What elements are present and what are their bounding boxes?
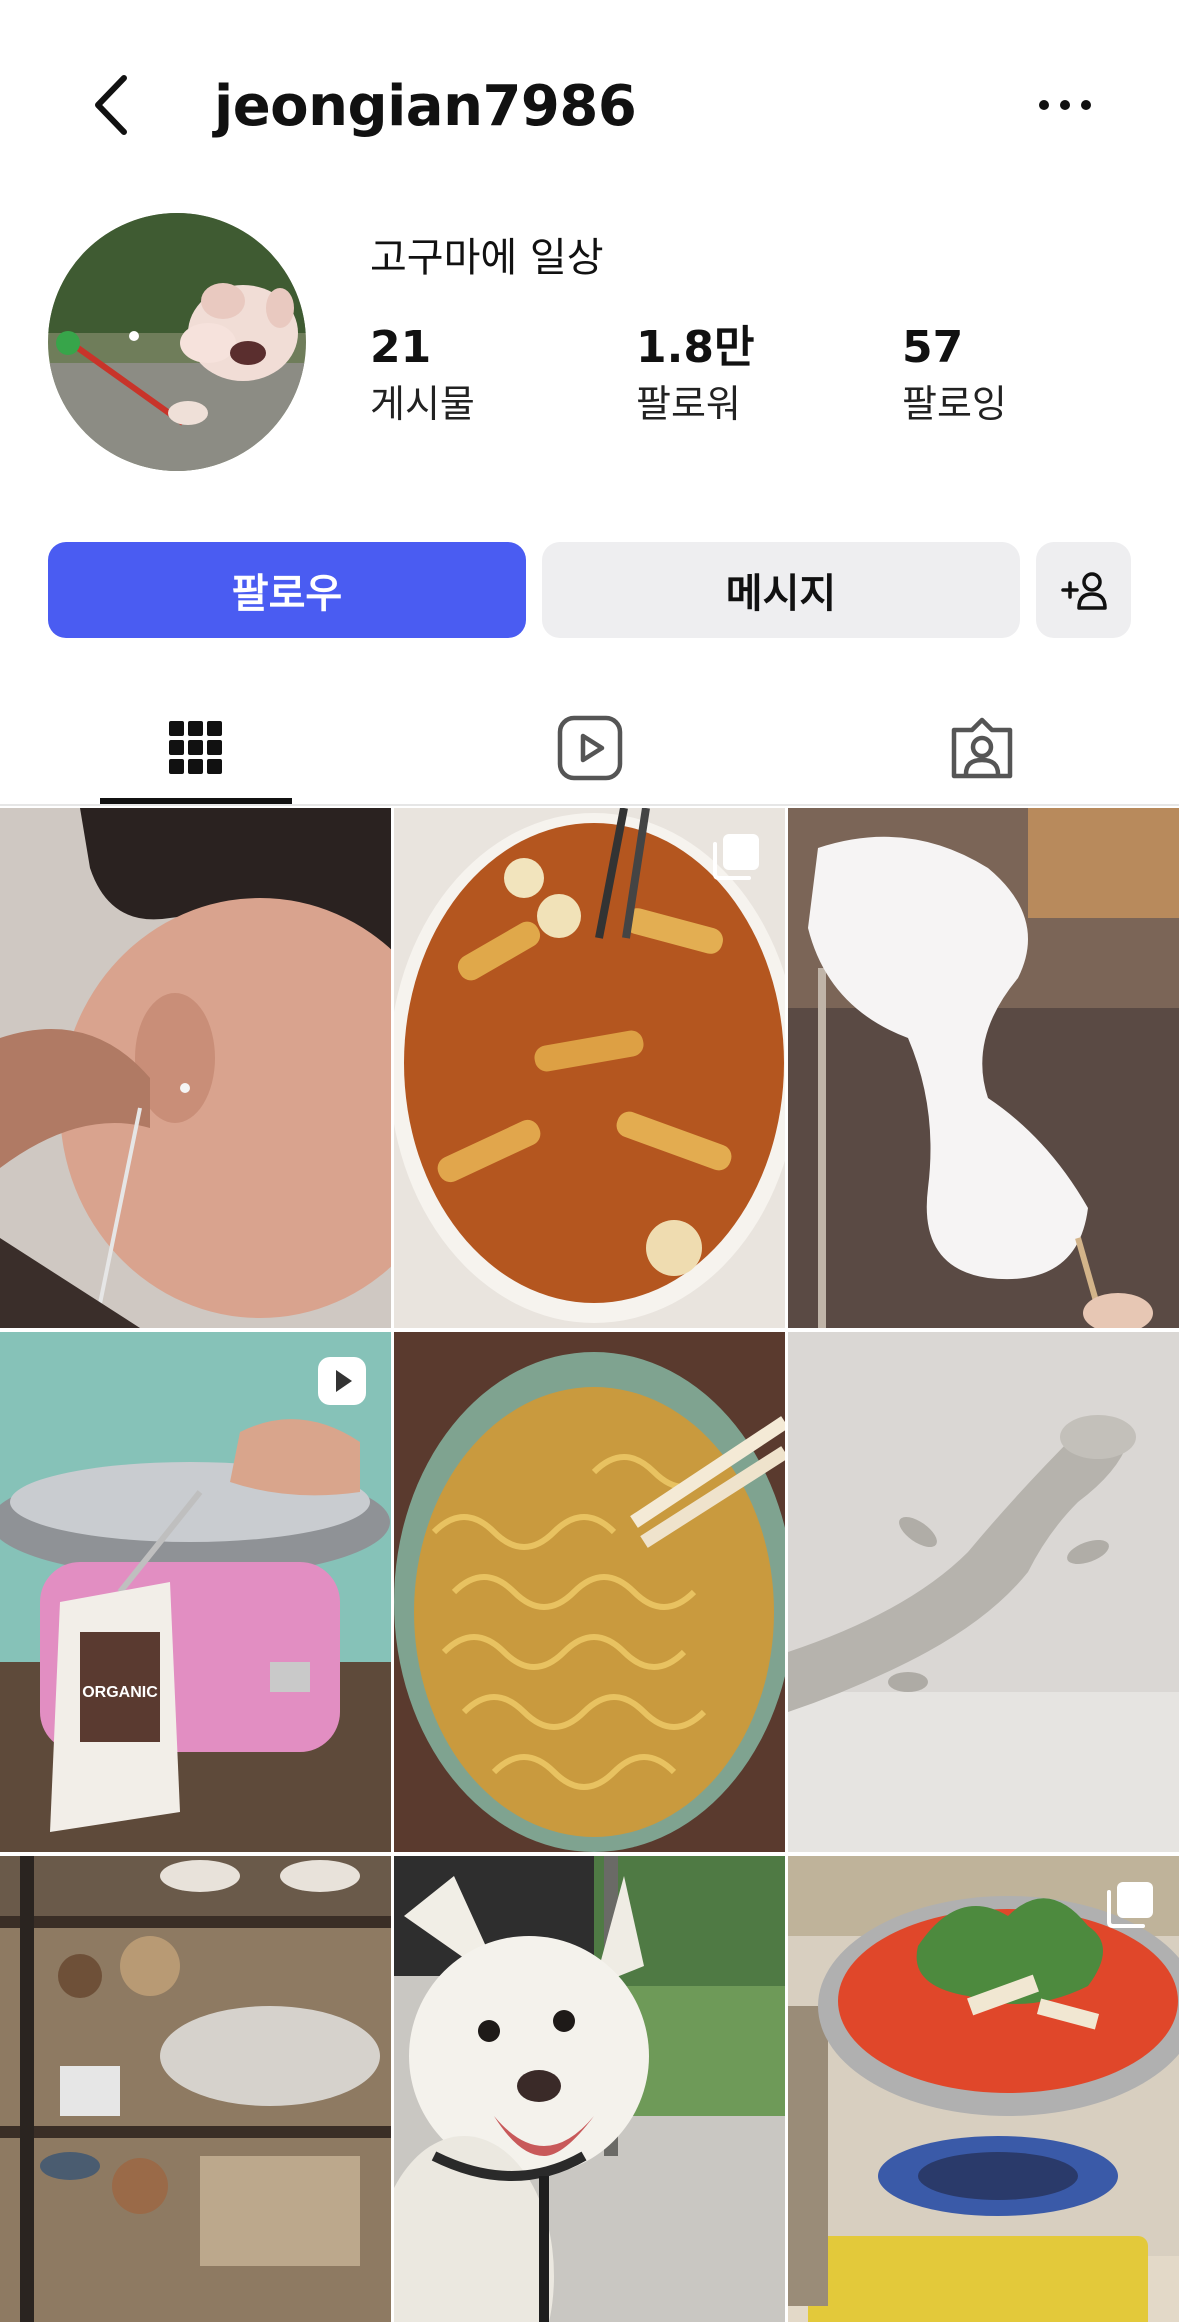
post-thumbnail-4[interactable]: ORGANIC bbox=[0, 1332, 391, 1852]
carousel-icon bbox=[1107, 1882, 1153, 1928]
ear-piercing-photo bbox=[0, 808, 391, 1328]
cotton-candy-photo bbox=[788, 808, 1179, 1328]
stat-posts-label: 게시물 bbox=[370, 382, 475, 426]
profile-display-name: 고구마에 일상 bbox=[370, 235, 604, 281]
stat-followers[interactable]: 1.8만 팔로워 bbox=[636, 318, 754, 430]
message-button[interactable]: 메시지 bbox=[542, 542, 1020, 638]
more-options-icon[interactable] bbox=[1030, 80, 1100, 130]
stat-following-label: 팔로잉 bbox=[902, 382, 1007, 426]
add-user-icon bbox=[1060, 572, 1107, 610]
avatar[interactable] bbox=[48, 213, 306, 471]
grid-icon bbox=[169, 721, 222, 774]
tteokbokki-photo bbox=[394, 808, 785, 1328]
carousel-icon bbox=[713, 834, 759, 880]
product-label-text: ORGANIC bbox=[82, 1684, 158, 1701]
ceramic-lizard-photo bbox=[788, 1332, 1179, 1852]
reels-icon bbox=[557, 715, 623, 781]
stat-followers-label: 팔로워 bbox=[636, 382, 741, 426]
profile-header: jeongian7986 bbox=[0, 0, 1179, 210]
post-thumbnail-7[interactable] bbox=[0, 1856, 391, 2322]
post-thumbnail-3[interactable] bbox=[788, 808, 1179, 1328]
ramen-bowl-photo bbox=[394, 1332, 785, 1852]
post-thumbnail-2[interactable] bbox=[394, 808, 785, 1328]
profile-username: jeongian7986 bbox=[214, 74, 637, 139]
stat-posts[interactable]: 21 게시물 bbox=[370, 318, 475, 430]
follow-button[interactable]: 팔로우 bbox=[48, 542, 526, 638]
stat-posts-count: 21 bbox=[370, 322, 432, 373]
tab-tagged[interactable] bbox=[886, 690, 1078, 806]
selected-tab-indicator bbox=[100, 798, 292, 804]
post-thumbnail-1[interactable] bbox=[0, 808, 391, 1328]
post-thumbnail-8[interactable] bbox=[394, 1856, 785, 2322]
back-arrow-icon[interactable] bbox=[78, 70, 148, 140]
profile-tabs bbox=[0, 690, 1179, 806]
stat-following-count: 57 bbox=[902, 322, 964, 373]
tab-reels[interactable] bbox=[494, 690, 686, 806]
post-thumbnail-6[interactable] bbox=[788, 1332, 1179, 1852]
stat-followers-count: 1.8만 bbox=[636, 322, 755, 373]
white-dog-photo bbox=[394, 1856, 785, 2322]
tagged-icon bbox=[951, 717, 1013, 779]
post-thumbnail-9[interactable] bbox=[788, 1856, 1179, 2322]
cotton-candy-machine-photo: ORGANIC bbox=[0, 1332, 391, 1852]
ceramics-shop-photo bbox=[0, 1856, 391, 2322]
stat-following[interactable]: 57 팔로잉 bbox=[902, 318, 1007, 430]
reel-icon bbox=[318, 1357, 366, 1405]
add-user-button[interactable] bbox=[1036, 542, 1131, 638]
tab-posts-grid[interactable] bbox=[100, 690, 292, 806]
post-thumbnail-5[interactable] bbox=[394, 1332, 785, 1852]
